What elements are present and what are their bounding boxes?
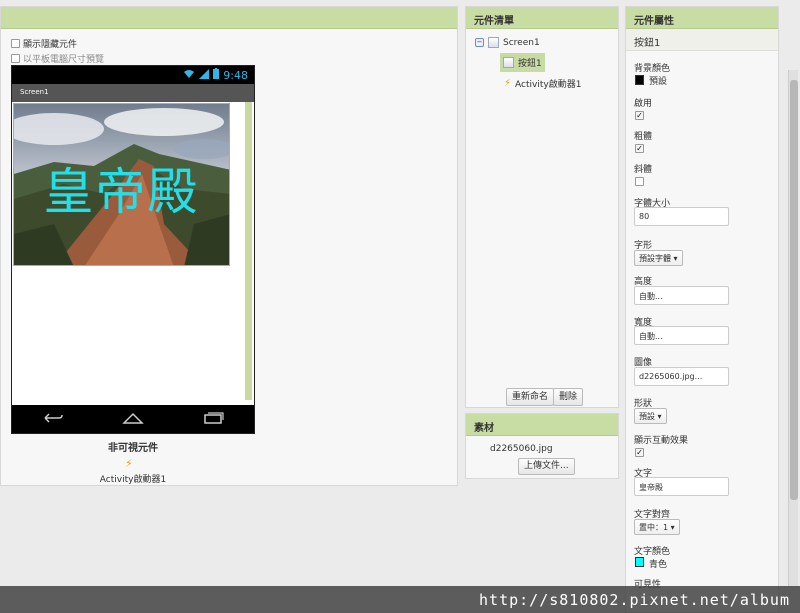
background-color-value[interactable]: 預設 [649,74,667,87]
viewer-header [1,7,457,29]
components-header: 元件清單 [466,7,618,29]
screen-body: 皇帝殿 [12,102,254,416]
collapse-icon[interactable]: − [475,38,484,47]
lightning-icon: ⚡ [125,457,133,470]
text-color-value[interactable]: 青色 [649,557,667,570]
battery-icon [213,68,220,82]
signal-icon [199,68,210,82]
screen-icon [488,37,499,48]
lightning-icon: ⚡ [504,78,512,89]
tree-item-label: Activity啟動器1 [515,80,582,90]
font-size-input[interactable]: 80 [634,207,729,226]
tree-item-activity-starter[interactable]: ⚡ Activity啟動器1 [504,77,581,90]
recents-icon [203,411,225,427]
phone-preview: 9:48 Screen1 皇帝殿 [11,65,255,434]
nonvisible-components-title: 非可視元件 [108,443,158,454]
status-time: 9:48 [223,68,248,82]
height-input[interactable]: 自動... [634,286,729,305]
bold-label: 粗體 [634,132,653,142]
tree-item-label: 按鈕1 [518,59,542,69]
text-color-swatch[interactable] [635,557,644,567]
bold-checkbox[interactable] [635,144,644,153]
media-panel: 素材 d2265060.jpg 上傳文件... [465,413,619,479]
properties-header: 元件屬性 [626,7,778,29]
screen-scrollbar[interactable] [245,102,252,400]
show-hidden-label: 顯示隱藏元件 [23,40,78,50]
background-color-swatch[interactable] [635,75,644,85]
tablet-preview-row[interactable]: 以平板電腦尺寸預覽 [11,52,104,65]
button-caption: 皇帝殿 [43,163,200,221]
screen-title-bar: Screen1 [12,84,254,102]
font-typeface-select[interactable]: 預設字體 ▾ [634,250,683,266]
media-header: 素材 [466,414,618,436]
phone-nav-bar [12,405,254,433]
italic-label: 斜體 [634,165,653,175]
show-feedback-label: 顯示互動效果 [634,436,689,446]
image-input[interactable]: d2265060.jpg... [634,367,729,386]
delete-button[interactable]: 刪除 [553,388,584,406]
image-button[interactable]: 皇帝殿 [13,103,230,266]
text-color-label: 文字顏色 [634,547,671,557]
rename-button[interactable]: 重新命名 [506,388,555,406]
shape-select[interactable]: 預設 ▾ [634,408,667,424]
italic-checkbox[interactable] [635,177,644,186]
tree-item-button1[interactable]: 按鈕1 [500,53,545,72]
home-icon [122,412,144,427]
width-input[interactable]: 自動... [634,326,729,345]
upload-file-button[interactable]: 上傳文件... [518,458,575,475]
tree-item-screen1[interactable]: − Screen1 [475,37,540,48]
enabled-checkbox[interactable] [635,111,644,120]
show-hidden-checkbox[interactable] [11,39,20,48]
page-scrollbar-thumb[interactable] [790,80,798,500]
phone-status-bar: 9:48 [12,66,254,84]
background-color-label: 背景顏色 [634,64,671,74]
tablet-preview-label: 以平板電腦尺寸預覽 [23,55,105,65]
tablet-preview-checkbox[interactable] [11,54,20,63]
wifi-icon [183,69,195,82]
text-alignment-select[interactable]: 置中：1 ▾ [634,519,680,535]
show-feedback-checkbox[interactable] [635,448,644,457]
enabled-label: 啟用 [634,99,653,109]
tree-item-label: Screen1 [503,37,540,48]
text-input[interactable]: 皇帝殿 [634,477,729,496]
back-icon [41,412,64,427]
button-icon [503,57,514,68]
page-scrollbar[interactable] [788,70,798,586]
properties-panel: 元件屬性 按鈕1 背景顏色 預設 啟用 粗體 斜體 字體大小 80 字形 預設字… [625,6,779,613]
nonvisible-component-item[interactable]: Activity啟動器1 [11,472,255,485]
show-hidden-components-row[interactable]: 顯示隱藏元件 [11,37,77,50]
watermark: http://s810802.pixnet.net/album [0,586,800,613]
media-file-item[interactable]: d2265060.jpg [490,444,553,454]
components-panel: 元件清單 − Screen1 按鈕1 ⚡ Activity啟動器1 重新命名 刪… [465,6,619,408]
selected-component-name: 按鈕1 [626,29,778,51]
viewer-panel: 顯示隱藏元件 以平板電腦尺寸預覽 9:48 Screen1 皇帝殿 非可視元件 … [0,6,458,486]
